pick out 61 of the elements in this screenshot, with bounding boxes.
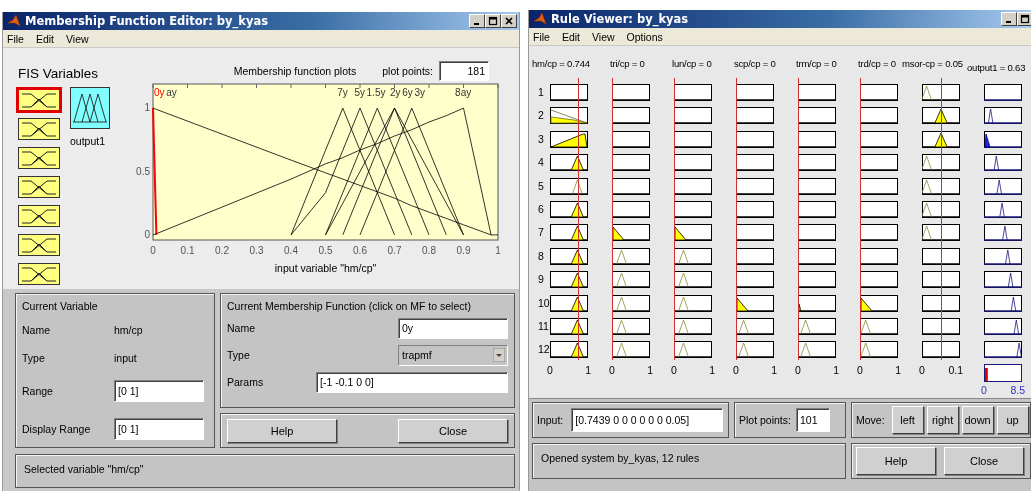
- tick-label: 0.6: [353, 245, 367, 256]
- axis-tick-label: 0: [981, 384, 987, 397]
- variable-value-label: trd/cp = 0: [858, 58, 897, 71]
- axis-tick-label: 0: [919, 364, 925, 377]
- variable-name: hm/cp: [114, 324, 144, 336]
- window-title: Rule Viewer: by_kyas: [551, 12, 689, 26]
- field-label: Name: [227, 322, 255, 334]
- plot-title: Membership function plots: [233, 65, 357, 77]
- axis-tick-label: 8.5: [1010, 384, 1025, 397]
- field-label: Move:: [856, 414, 885, 426]
- section-heading: FIS Variables: [17, 66, 100, 81]
- variable-value-label: tri/cp = 0: [610, 58, 646, 71]
- field-label: Type: [22, 352, 46, 364]
- panel-heading: Current Variable: [22, 300, 99, 312]
- field-label: Name: [22, 324, 51, 336]
- axis-tick-label: 0: [671, 364, 677, 377]
- field-label: Range: [22, 385, 54, 397]
- axis-tick-label: 0: [857, 364, 863, 377]
- tick-label: 0.1: [180, 245, 195, 256]
- field-label: Type: [227, 349, 250, 361]
- status-text: Opened system by_kyas, 12 rules: [541, 452, 700, 464]
- axis-tick-label: 0: [795, 364, 801, 377]
- field-label: Display Range: [22, 423, 92, 435]
- field-label: Params: [227, 376, 264, 388]
- tick-label: 0.7: [387, 245, 402, 256]
- tick-label: 1: [144, 102, 150, 114]
- tick-label: 0: [150, 245, 156, 256]
- axis-tick-label: 1: [709, 364, 715, 377]
- axis-label: input variable "hm/cp": [274, 262, 377, 274]
- field-label: Input:: [537, 414, 564, 426]
- tick-label: 0.2: [215, 245, 229, 256]
- tick-label: 0.3: [249, 245, 264, 256]
- tick-label: 0: [144, 228, 150, 240]
- axis-tick-label: 0: [733, 364, 739, 377]
- axis-tick-label: 1: [647, 364, 653, 377]
- status-text: Selected variable "hm/cp": [24, 463, 144, 475]
- axis-tick-label: 1: [585, 364, 591, 377]
- tick-label: 0.4: [284, 245, 298, 256]
- variable-value-label: scp/cp = 0: [734, 58, 777, 71]
- axis-tick-label: 1: [833, 364, 839, 377]
- variable-value-label: trm/cp = 0: [796, 58, 838, 71]
- axis-tick-label: 0: [609, 364, 615, 377]
- tick-label: 1: [495, 245, 501, 256]
- variable-value-label: hm/cp = 0.744: [532, 58, 591, 71]
- axis-tick-label: 0: [547, 364, 553, 377]
- tick-label: 0.8: [422, 245, 436, 256]
- axis-tick-label: 0.1: [948, 364, 963, 377]
- plot-points-label: plot points:: [382, 65, 433, 77]
- variable-value-label: msor-cp = 0.05: [902, 58, 964, 71]
- axis-tick-label: 1: [771, 364, 777, 377]
- panel-heading: Current Membership Function (click on MF to select): [227, 300, 472, 312]
- tick-label: 0.9: [456, 245, 471, 256]
- window-title: Membership Function Editor: by_kyas: [25, 14, 269, 28]
- tick-label: 0.5: [136, 165, 150, 177]
- field-label: Plot points:: [739, 414, 791, 426]
- axis-tick-label: 1: [895, 364, 901, 377]
- variable-value-label: output1 = 0.63: [967, 62, 1026, 75]
- variable-value-label: lun/cp = 0: [672, 58, 713, 71]
- variable-type: input: [114, 352, 138, 364]
- tick-label: 0.5: [318, 245, 333, 256]
- output-variable-label: output1: [70, 135, 107, 147]
